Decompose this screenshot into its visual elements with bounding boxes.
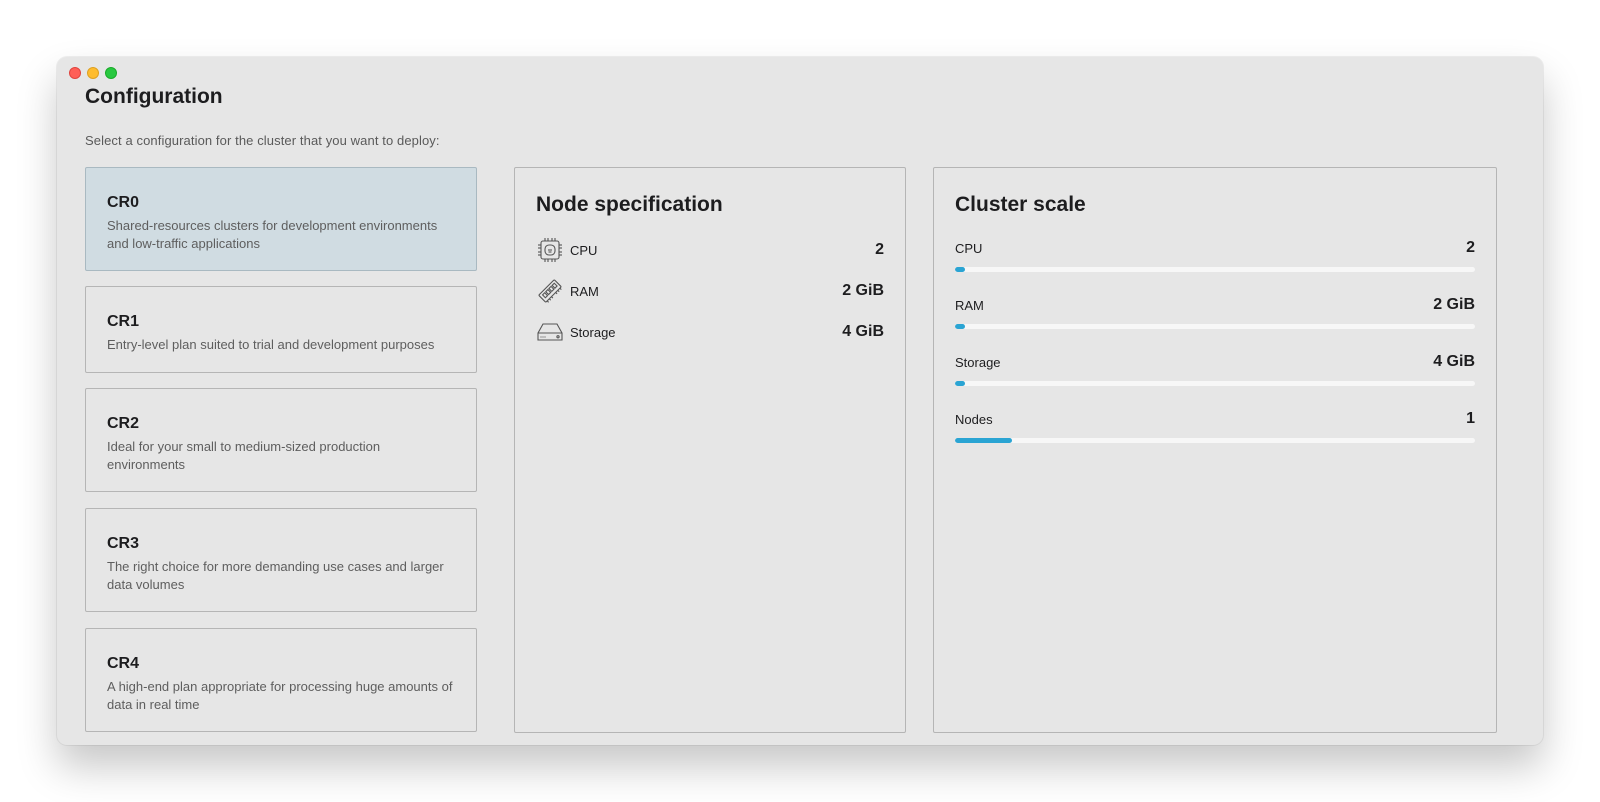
window-controls (69, 67, 117, 79)
progress-track (955, 381, 1475, 386)
plan-description: The right choice for more demanding use … (107, 559, 444, 592)
progress-track (955, 324, 1475, 329)
plan-card-cr2[interactable]: CR2 Ideal for your small to medium-sized… (85, 388, 477, 492)
plan-description: A high-end plan appropriate for processi… (107, 679, 453, 712)
spec-value: 2 GiB (842, 282, 884, 299)
progress-fill (955, 438, 1013, 443)
spec-row-ram: RAM 2 GiB (536, 276, 884, 306)
spec-label: Storage (570, 324, 616, 340)
spec-value: 2 (875, 241, 884, 258)
spec-label: CPU (570, 242, 598, 258)
zoom-window-button[interactable] (105, 67, 117, 79)
scale-label: Storage (955, 355, 1001, 370)
plan-card-cr4[interactable]: CR4 A high-end plan appropriate for proc… (85, 628, 477, 732)
node-specification-panel: Node specification CPU 2 RAM 2 GiB Stora… (514, 167, 906, 733)
plan-card-cr3[interactable]: CR3 The right choice for more demanding … (85, 508, 477, 612)
panel-title: Cluster scale (955, 193, 1086, 216)
app-window: Configuration Select a configuration for… (57, 57, 1543, 745)
ram-icon (536, 277, 564, 305)
plan-description: Shared-resources clusters for developmen… (107, 218, 438, 251)
page-title: Configuration (85, 85, 223, 108)
plan-name: CR0 (107, 194, 140, 211)
plan-description: Entry-level plan suited to trial and dev… (107, 337, 435, 352)
spec-label: RAM (570, 283, 599, 299)
panel-title: Node specification (536, 193, 723, 216)
scale-row-storage: Storage 4 GiB (955, 353, 1475, 395)
plan-card-cr1[interactable]: CR1 Entry-level plan suited to trial and… (85, 286, 477, 373)
scale-value: 4 GiB (1433, 353, 1475, 370)
plan-name: CR1 (107, 313, 140, 330)
scale-row-cpu: CPU 2 (955, 239, 1475, 281)
plan-name: CR2 (107, 415, 140, 432)
plan-name: CR4 (107, 655, 140, 672)
scale-row-ram: RAM 2 GiB (955, 296, 1475, 338)
progress-fill (955, 324, 966, 329)
cluster-scale-panel: Cluster scale CPU 2 RAM 2 GiB Storage 4 … (933, 167, 1497, 733)
progress-fill (955, 267, 966, 272)
scale-value: 2 (1466, 239, 1475, 256)
minimize-window-button[interactable] (87, 67, 99, 79)
storage-icon (536, 318, 564, 346)
scale-row-nodes: Nodes 1 (955, 410, 1475, 452)
scale-label: RAM (955, 298, 984, 313)
scale-label: Nodes (955, 412, 993, 427)
plan-name: CR3 (107, 535, 140, 552)
progress-fill (955, 381, 966, 386)
progress-track (955, 267, 1475, 272)
spec-row-cpu: CPU 2 (536, 235, 884, 265)
cpu-icon (536, 236, 564, 264)
plan-card-cr0[interactable]: CR0 Shared-resources clusters for develo… (85, 167, 477, 271)
close-window-button[interactable] (69, 67, 81, 79)
plan-description: Ideal for your small to medium-sized pro… (107, 439, 381, 472)
scale-value: 2 GiB (1433, 296, 1475, 313)
progress-track (955, 438, 1475, 443)
scale-label: CPU (955, 241, 983, 256)
page-subtitle: Select a configuration for the cluster t… (85, 133, 440, 148)
spec-value: 4 GiB (842, 323, 884, 340)
spec-row-storage: Storage 4 GiB (536, 317, 884, 347)
scale-value: 1 (1466, 410, 1475, 427)
